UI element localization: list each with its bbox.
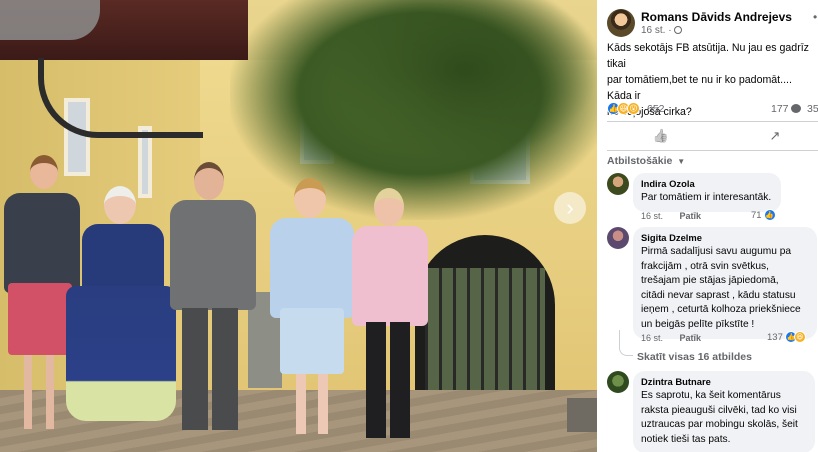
reaction-count[interactable]: 652 xyxy=(647,103,665,115)
share-count[interactable]: 35 xyxy=(807,103,818,115)
divider xyxy=(607,121,818,122)
comment-time[interactable]: 16 st. xyxy=(641,211,663,221)
person-5 xyxy=(352,188,428,442)
comment: Sigita Dzelme Pirmā sadalījusi savu augu… xyxy=(607,227,818,347)
comment-time[interactable]: 16 st. xyxy=(641,333,663,343)
commenter-name[interactable]: Sigita Dzelme xyxy=(641,232,809,243)
more-options-icon[interactable]: • xyxy=(813,10,817,24)
like-button[interactable]: 👍 xyxy=(651,126,671,146)
comment-text: Es saprotu, ka šeit komentārus raksta pi… xyxy=(641,390,798,445)
post-actions: 👍 ↗ xyxy=(607,126,818,146)
post-panel: Romans Dāvids Andrejevs 16 st. · • Kāds … xyxy=(597,0,818,452)
comment-text: Pirmā sadalījusi savu augumu pa frakcijā… xyxy=(641,246,801,330)
post-header: Romans Dāvids Andrejevs 16 st. · • xyxy=(607,8,818,38)
comment-bubble-icon xyxy=(791,104,801,113)
tree-foliage xyxy=(330,0,597,160)
pedestal xyxy=(567,398,597,432)
reaction-icons[interactable]: 👍 😆 😮 xyxy=(607,102,640,115)
comment-bubble: Dzintra Butnare Es saprotu, ka šeit kome… xyxy=(633,371,815,452)
ornamental-ironwork xyxy=(0,0,100,40)
comment: Dzintra Butnare Es saprotu, ka šeit kome… xyxy=(607,371,818,452)
globe-icon xyxy=(674,26,683,34)
commenter-name[interactable]: Dzintra Butnare xyxy=(641,376,807,387)
reply-thread-line xyxy=(619,330,633,356)
comment-reaction-count: 71 xyxy=(751,209,762,221)
comment-meta: 16 st. Patīk xyxy=(641,333,701,343)
comment-text: Par tomātiem ir interesantāk. xyxy=(641,192,772,203)
dot-separator: · xyxy=(668,25,672,36)
chevron-right-icon: › xyxy=(566,195,574,220)
sort-label: Atbilstošākie xyxy=(607,155,673,167)
comment-like-button[interactable]: Patīk xyxy=(680,211,702,221)
author-avatar[interactable] xyxy=(607,9,635,37)
comment-reaction-count: 137 xyxy=(767,331,783,343)
share-button[interactable]: ↗ xyxy=(765,126,785,146)
comment-reactions[interactable]: 71 👍 xyxy=(751,209,776,221)
commenter-avatar[interactable] xyxy=(607,173,629,195)
comment-bubble: Sigita Dzelme Pirmā sadalījusi savu augu… xyxy=(633,227,817,339)
view-replies-link[interactable]: Skatīt visas 16 atbildes xyxy=(637,351,752,363)
divider xyxy=(607,150,818,151)
comment-meta: 16 st. Patīk xyxy=(641,211,701,221)
comment-bubble: Indira Ozola Par tomātiem ir interesantā… xyxy=(633,173,781,212)
ornamental-bracket xyxy=(38,58,203,138)
person-4 xyxy=(268,178,356,440)
reactions-bar: 👍 😆 😮 652 177 35 xyxy=(607,101,818,117)
comment-like-button[interactable]: Patīk xyxy=(680,333,702,343)
haha-reaction-icon: 😆 xyxy=(793,331,806,343)
caret-down-icon: ▼ xyxy=(677,157,686,166)
comment-sort-dropdown[interactable]: Atbilstošākie ▼ xyxy=(607,155,685,167)
like-reaction-icon: 👍 xyxy=(763,209,776,221)
comment-reactions[interactable]: 137 👍 😆 xyxy=(767,331,806,343)
comment-count[interactable]: 177 xyxy=(771,103,789,115)
wow-reaction-icon: 😮 xyxy=(627,102,640,115)
author-name[interactable]: Romans Dāvids Andrejevs xyxy=(641,10,792,24)
commenter-avatar[interactable] xyxy=(607,227,629,249)
person-2 xyxy=(66,186,176,436)
commenter-name[interactable]: Indira Ozola xyxy=(641,178,773,189)
person-3 xyxy=(168,162,258,440)
commenter-avatar[interactable] xyxy=(607,371,629,393)
thumbs-up-icon: 👍 xyxy=(652,128,670,143)
iron-gate xyxy=(425,268,545,390)
share-icon: ↗ xyxy=(769,128,781,143)
post-photo[interactable]: › xyxy=(0,0,597,452)
next-photo-button[interactable]: › xyxy=(554,192,586,224)
comment: Indira Ozola Par tomātiem ir interesantā… xyxy=(607,173,818,227)
post-meta: 16 st. · xyxy=(641,25,683,36)
post-time[interactable]: 16 st. xyxy=(641,25,665,36)
